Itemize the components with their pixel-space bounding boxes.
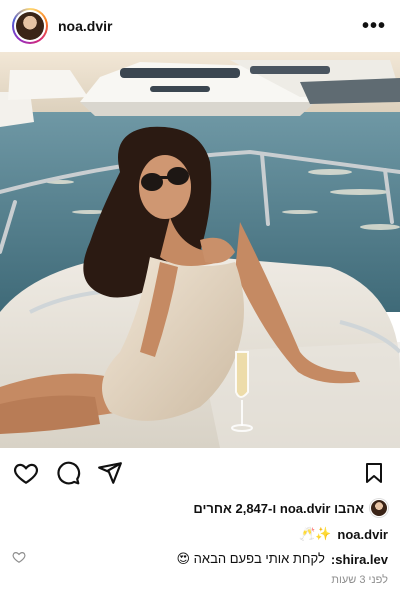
avatar: [16, 12, 44, 40]
caption-text: ✨🥂: [299, 526, 332, 541]
bookmark-icon[interactable]: [360, 459, 388, 487]
heart-icon[interactable]: [12, 459, 40, 487]
liker-avatar: [370, 499, 388, 517]
more-horizontal-icon[interactable]: •••: [360, 16, 388, 36]
comment-row: shira.lev: לקחת אותי בפעם הבאה 😍: [12, 548, 388, 570]
likes-summary[interactable]: אהבו noa.dvir ו-2,847 אחרים: [193, 498, 388, 518]
post-caption: noa.dvir ✨🥂: [299, 524, 388, 544]
story-ring[interactable]: [12, 8, 48, 44]
post-username[interactable]: noa.dvir: [58, 18, 112, 34]
caption-username[interactable]: noa.dvir: [337, 527, 388, 542]
comment-text: לקחת אותי בפעם הבאה 😍: [176, 551, 325, 566]
post-timestamp: לפני 3 שעות: [331, 574, 388, 586]
post-header: noa.dvir •••: [0, 0, 400, 52]
post-actions: [0, 456, 400, 490]
send-icon[interactable]: [96, 459, 124, 487]
comment-like-icon[interactable]: [12, 550, 26, 569]
post-photo[interactable]: [0, 52, 400, 448]
comment-username[interactable]: shira.lev:: [331, 552, 388, 567]
likes-text: אהבו noa.dvir ו-2,847 אחרים: [193, 500, 364, 516]
comment-icon[interactable]: [54, 459, 82, 487]
